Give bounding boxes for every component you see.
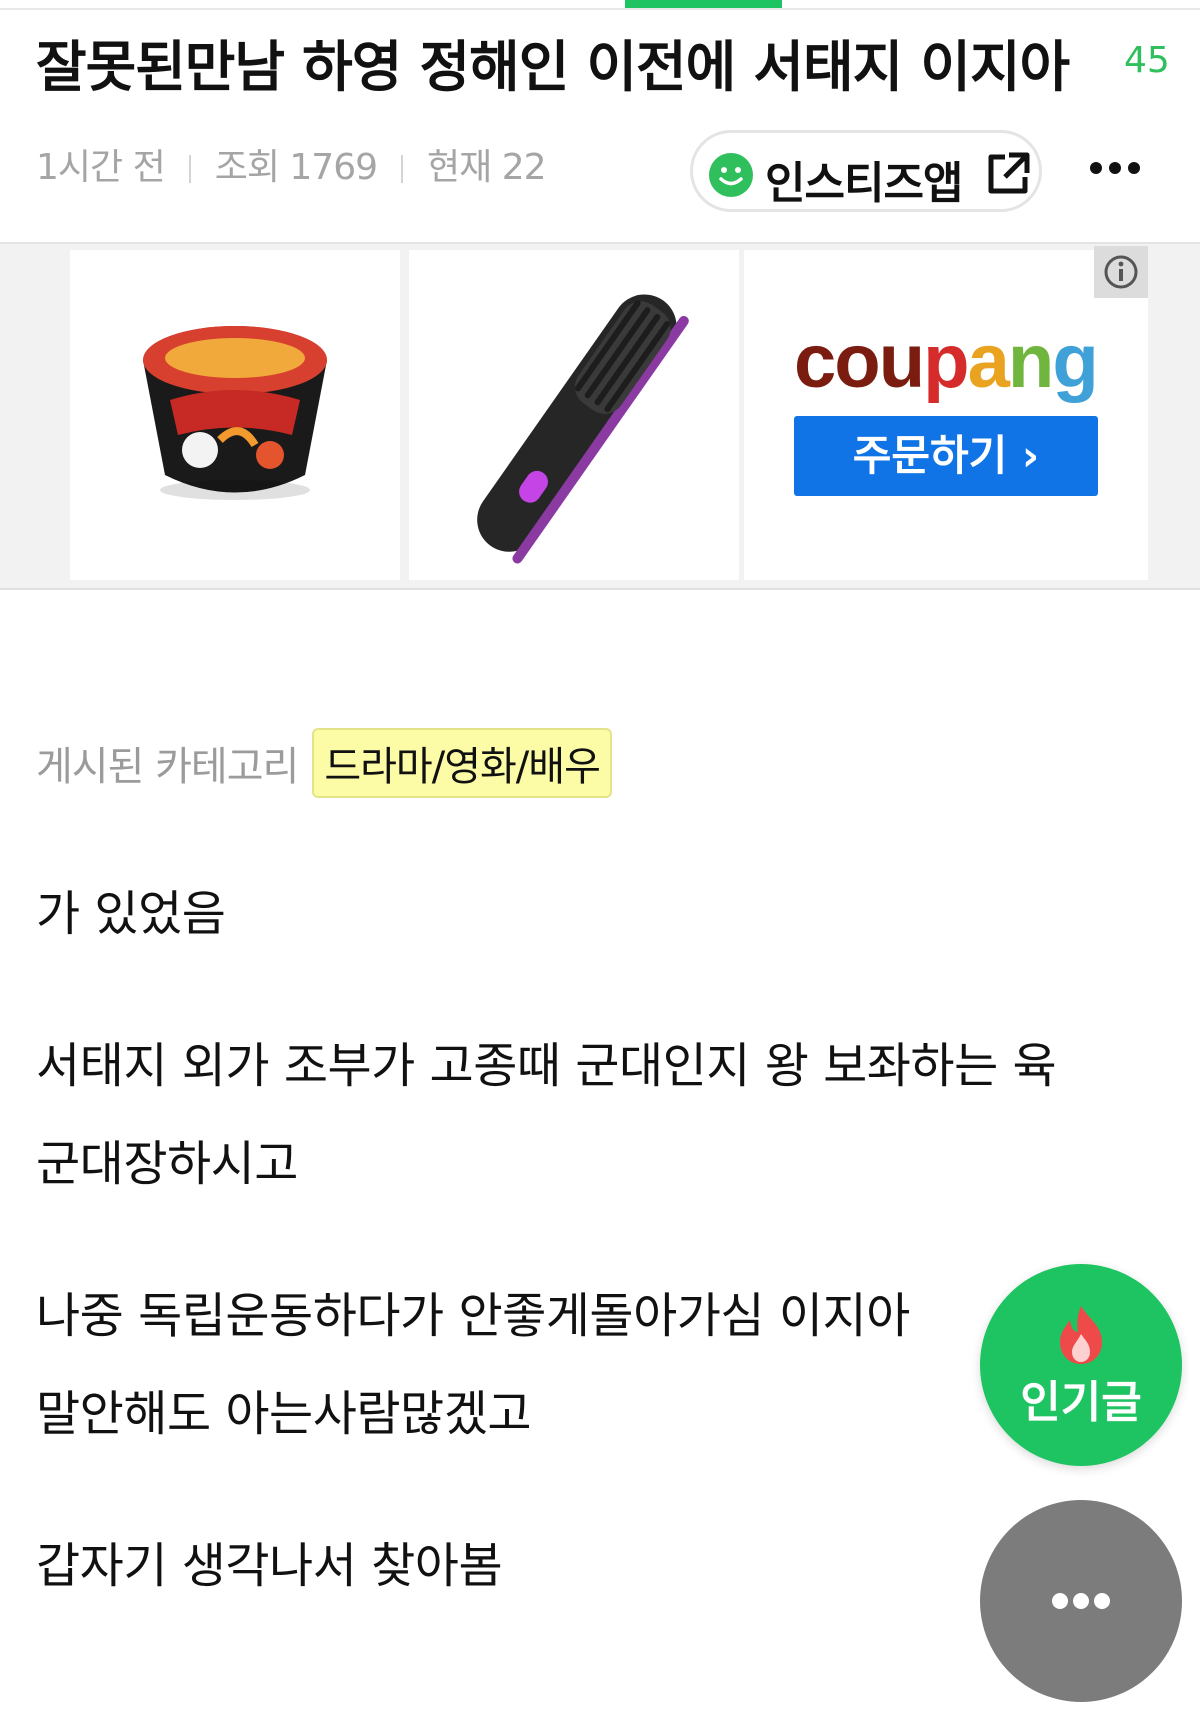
ad-product-ramen[interactable] [70,250,400,580]
coupang-letter: o [834,319,880,404]
ad-info-button[interactable] [1094,246,1148,298]
open-app-button[interactable]: 인스티즈앱 [690,130,1042,212]
content-line: 가 있었음 [36,886,226,942]
coupang-logo: coupang [794,318,1099,405]
more-menu-button[interactable] [980,1500,1182,1702]
smile-icon [709,153,753,197]
comment-count[interactable]: 45 [1124,40,1170,81]
content-line: 갑자기 생각나서 찾아봄 [36,1538,503,1594]
category-tag[interactable]: 드라마/영화/배우 [312,728,612,798]
order-button[interactable]: 주문하기 › [794,416,1098,496]
content-line: 서태지 외가 조부가 고종때 군대인지 왕 보좌하는 육 [36,1038,1057,1094]
ad-coupang[interactable] [744,250,1148,580]
category-row: 게시된 카테고리 드라마/영화/배우 [36,728,612,798]
post-meta: 1시간 전 조회 1769 현재 22 [36,138,547,192]
active-tab-indicator [625,0,782,8]
coupang-letter: c [794,319,836,404]
meta-separator [401,155,404,183]
post-header: 잘못된만남 하영 정해인 이전에 서태지 이지아 45 [36,22,1176,99]
meta-separator [188,155,191,183]
content-line: 말안해도 아는사람많겠고 [36,1386,532,1442]
coupang-letter: u [878,319,925,404]
info-icon [1104,255,1138,289]
ramen-cup-image [143,326,327,500]
coupang-letter: g [1052,319,1098,404]
content-line: 군대장하시고 [36,1136,298,1192]
open-app-label: 인스티즈앱 [765,158,963,209]
coupang-letter: n [1007,319,1054,404]
top-divider [0,0,1200,10]
post-current-viewers: 현재 22 [427,147,546,188]
popular-posts-label: 인기글 [1020,1377,1142,1428]
coupang-letter: a [967,319,1010,404]
hair-brush-image [477,294,689,564]
external-link-icon [985,151,1031,197]
content-line: 나중 독립운동하다가 안좋게돌아가심 이지아 [36,1288,910,1344]
post-time: 1시간 전 [36,147,166,188]
more-dots-icon [1052,1593,1110,1609]
coupang-letter: p [923,319,969,404]
popular-posts-button[interactable]: 인기글 [980,1264,1182,1466]
post-views: 조회 1769 [214,147,378,188]
category-label: 게시된 카테고리 [36,744,299,790]
more-dots-icon[interactable] [1086,150,1146,186]
flame-icon [1052,1304,1110,1370]
post-title: 잘못된만남 하영 정해인 이전에 서태지 이지아 [36,35,1070,99]
ad-product-hair-brush[interactable] [409,250,739,580]
